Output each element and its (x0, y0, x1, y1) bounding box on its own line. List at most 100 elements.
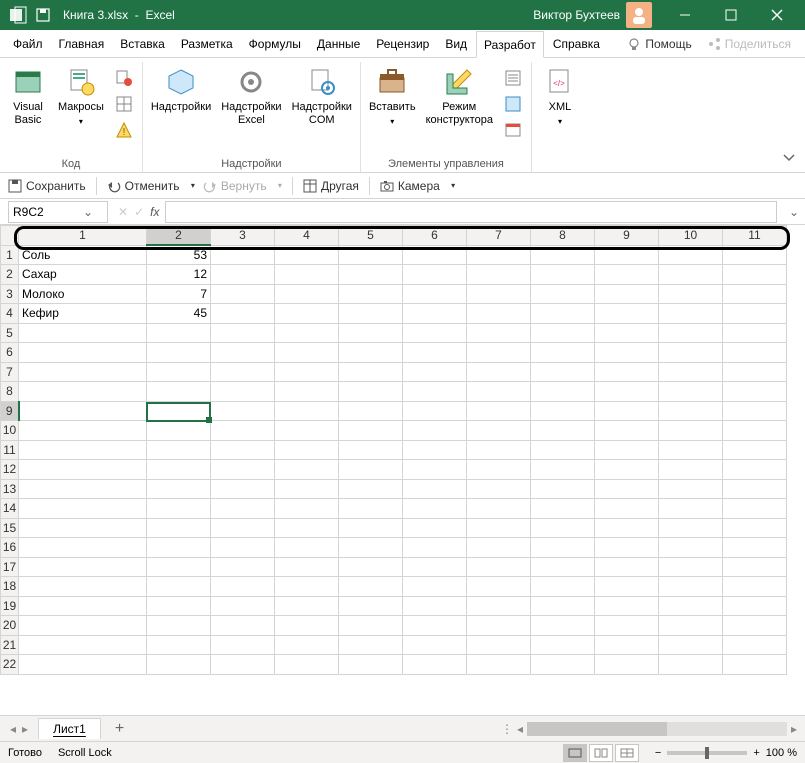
cell[interactable] (19, 323, 147, 343)
other-button[interactable]: Другая (303, 179, 359, 193)
cell[interactable] (531, 362, 595, 382)
zoom-in-button[interactable]: + (753, 747, 759, 759)
cell[interactable] (467, 499, 531, 519)
cell[interactable] (467, 343, 531, 363)
cell[interactable] (275, 538, 339, 558)
cell[interactable] (723, 343, 787, 363)
row-header[interactable]: 8 (1, 382, 19, 402)
cell[interactable] (723, 518, 787, 538)
row-header[interactable]: 12 (1, 460, 19, 480)
cell[interactable] (339, 304, 403, 324)
tab-help[interactable]: Справка (546, 30, 607, 57)
name-box[interactable]: ⌄ (8, 201, 108, 223)
cell[interactable] (275, 577, 339, 597)
cell[interactable] (595, 596, 659, 616)
cell[interactable] (275, 557, 339, 577)
cell[interactable] (403, 635, 467, 655)
cell[interactable] (147, 343, 211, 363)
cell[interactable] (275, 596, 339, 616)
cell[interactable] (467, 538, 531, 558)
cell[interactable] (211, 284, 275, 304)
cell[interactable] (403, 518, 467, 538)
cell[interactable]: Молоко (19, 284, 147, 304)
cell[interactable] (531, 518, 595, 538)
cell[interactable] (659, 401, 723, 421)
cell[interactable] (339, 499, 403, 519)
cell[interactable] (275, 343, 339, 363)
cell[interactable] (403, 245, 467, 265)
cell[interactable] (211, 616, 275, 636)
cell[interactable] (19, 343, 147, 363)
expand-formula-bar-button[interactable]: ⌄ (783, 205, 805, 219)
cell[interactable] (403, 323, 467, 343)
tab-file[interactable]: Файл (6, 30, 50, 57)
cancel-icon[interactable]: ✕ (118, 205, 128, 219)
hscroll-right[interactable]: ▸ (791, 722, 797, 736)
cell[interactable] (403, 479, 467, 499)
row-header[interactable]: 4 (1, 304, 19, 324)
cell[interactable] (467, 557, 531, 577)
cell[interactable] (723, 460, 787, 480)
cell[interactable]: Сахар (19, 265, 147, 285)
row-header[interactable]: 13 (1, 479, 19, 499)
cell[interactable] (147, 362, 211, 382)
cell[interactable] (147, 635, 211, 655)
cell[interactable] (339, 401, 403, 421)
cell[interactable] (531, 538, 595, 558)
excel-addins-button[interactable]: Надстройки Excel (217, 64, 285, 128)
cell[interactable] (659, 284, 723, 304)
cell[interactable] (211, 421, 275, 441)
cell[interactable] (403, 304, 467, 324)
cell[interactable] (339, 323, 403, 343)
row-header[interactable]: 3 (1, 284, 19, 304)
row-header[interactable]: 2 (1, 265, 19, 285)
cell[interactable] (339, 284, 403, 304)
cell[interactable] (531, 655, 595, 675)
cell[interactable] (211, 479, 275, 499)
cell[interactable] (723, 323, 787, 343)
zoom-out-button[interactable]: − (655, 747, 661, 759)
cell[interactable] (659, 323, 723, 343)
column-header[interactable]: 10 (659, 226, 723, 246)
cell[interactable] (19, 362, 147, 382)
cell[interactable] (275, 460, 339, 480)
cell[interactable] (467, 284, 531, 304)
cell[interactable] (403, 616, 467, 636)
cell[interactable] (467, 245, 531, 265)
cell[interactable] (339, 635, 403, 655)
cell[interactable] (19, 596, 147, 616)
cell[interactable] (211, 499, 275, 519)
cell[interactable] (339, 655, 403, 675)
cell[interactable] (211, 635, 275, 655)
cell[interactable] (659, 245, 723, 265)
cell[interactable] (19, 421, 147, 441)
cell[interactable] (531, 460, 595, 480)
cell[interactable] (531, 323, 595, 343)
cell[interactable] (339, 538, 403, 558)
cell[interactable] (211, 362, 275, 382)
zoom-level[interactable]: 100 % (766, 747, 797, 759)
cell[interactable] (723, 362, 787, 382)
cell[interactable] (339, 616, 403, 636)
user-account[interactable]: Виктор Бухтеев (533, 2, 652, 28)
cell[interactable] (339, 440, 403, 460)
cell[interactable] (723, 538, 787, 558)
cell[interactable] (403, 421, 467, 441)
cell[interactable] (19, 538, 147, 558)
cell[interactable]: Кефир (19, 304, 147, 324)
cell[interactable] (595, 421, 659, 441)
cell[interactable] (595, 499, 659, 519)
design-mode-button[interactable]: Режим конструктора (422, 64, 497, 128)
cell[interactable] (147, 518, 211, 538)
cell[interactable] (531, 635, 595, 655)
row-header[interactable]: 14 (1, 499, 19, 519)
cell[interactable] (467, 304, 531, 324)
addins-button[interactable]: Надстройки (147, 64, 215, 116)
hscroll-split[interactable]: ⋮ (501, 722, 513, 736)
sheet-tab[interactable]: Лист1 (38, 718, 101, 739)
cell[interactable] (275, 245, 339, 265)
column-header[interactable]: 3 (211, 226, 275, 246)
row-header[interactable]: 15 (1, 518, 19, 538)
row-header[interactable]: 19 (1, 596, 19, 616)
name-box-input[interactable] (13, 205, 83, 219)
